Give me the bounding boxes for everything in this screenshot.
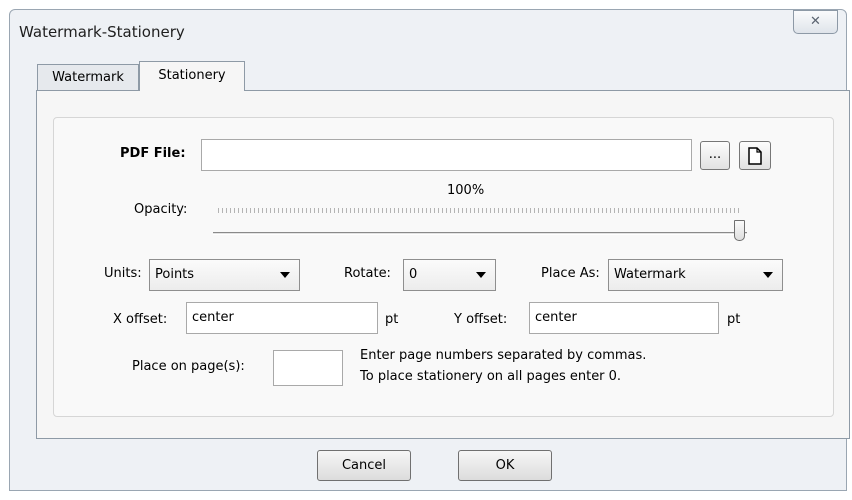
pdf-file-label: PDF File: [120,146,186,161]
place-as-label: Place As: [541,266,600,281]
opacity-value: 100% [447,183,485,198]
ok-button[interactable]: OK [458,450,552,481]
window-title: Watermark-Stationery [19,23,185,41]
y-offset-unit: pt [727,312,741,327]
browse-button-label: ... [708,147,722,162]
chevron-down-icon [476,272,486,278]
chevron-down-icon [280,272,290,278]
rotate-select[interactable]: 0 [403,259,496,291]
new-document-button[interactable] [739,141,771,170]
pages-label: Place on page(s): [132,359,245,374]
document-icon [748,147,762,165]
opacity-slider-track [213,232,747,235]
x-offset-label: X offset: [113,312,168,327]
title-bar[interactable]: Watermark-Stationery ✕ [9,9,847,57]
cancel-button-label: Cancel [341,458,387,473]
tab-watermark-label: Watermark [52,70,124,85]
opacity-slider-ticks [218,208,742,213]
y-offset-label: Y offset: [454,312,508,327]
tab-watermark[interactable]: Watermark [37,64,139,90]
cancel-button[interactable]: Cancel [317,450,411,481]
tab-stationery-label: Stationery [158,68,226,83]
opacity-slider[interactable] [210,200,750,246]
opacity-label: Opacity: [134,202,188,217]
units-select[interactable]: Points [149,259,300,291]
place-as-select[interactable]: Watermark [608,259,783,291]
rotate-selected: 0 [409,267,418,282]
tab-stationery[interactable]: Stationery [139,61,245,91]
close-button[interactable]: ✕ [793,10,838,34]
pdf-file-input[interactable] [201,139,692,171]
chevron-down-icon [763,272,773,278]
ok-button-label: OK [495,458,515,473]
x-offset-unit: pt [385,312,399,327]
pages-hint-line1: Enter page numbers separated by commas. [360,348,647,363]
browse-button[interactable]: ... [700,141,730,170]
rotate-label: Rotate: [344,266,391,281]
units-selected: Points [155,267,195,282]
y-offset-input[interactable]: center [529,302,719,334]
units-label: Units: [104,266,142,281]
place-as-selected: Watermark [614,267,686,282]
opacity-slider-thumb[interactable] [734,220,745,241]
pages-hint-line2: To place stationery on all pages enter 0… [360,369,622,384]
close-icon: ✕ [810,14,821,29]
pages-input[interactable] [273,350,343,386]
x-offset-input[interactable]: center [186,302,378,334]
